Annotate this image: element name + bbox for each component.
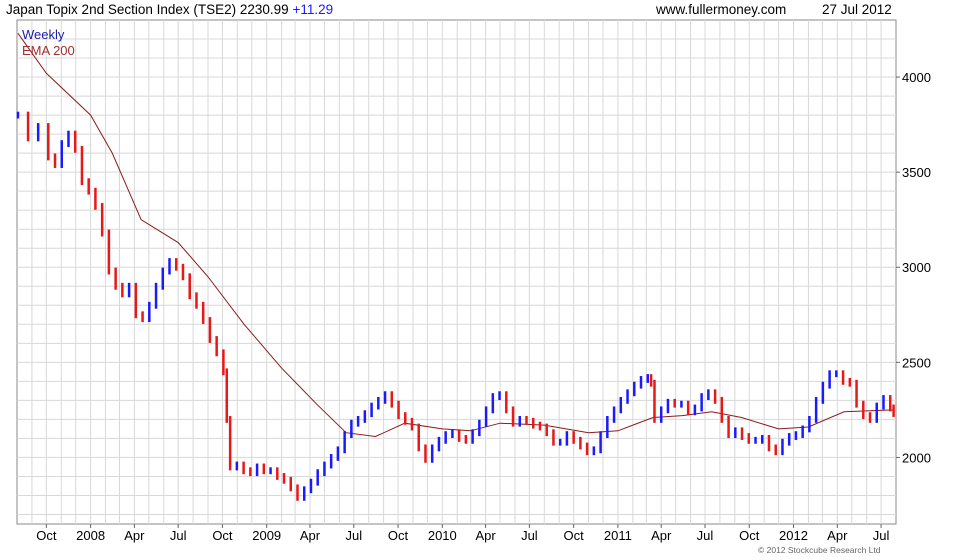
x-tick-label: Apr <box>475 528 496 543</box>
x-tick-label: 2008 <box>76 528 105 543</box>
x-tick-label: Oct <box>36 528 57 543</box>
y-tick-label: 2500 <box>902 355 931 370</box>
x-tick-label: Apr <box>300 528 321 543</box>
legend-weekly: Weekly <box>22 27 65 42</box>
x-tick-label: Apr <box>827 528 848 543</box>
y-tick-label: 4000 <box>902 70 931 85</box>
x-tick-label: Jul <box>697 528 714 543</box>
x-tick-label: Jul <box>170 528 187 543</box>
x-tick-label: Oct <box>388 528 409 543</box>
x-tick-label: Oct <box>564 528 585 543</box>
y-tick-label: 3500 <box>902 165 931 180</box>
copyright-text: © 2012 Stockcube Research Ltd <box>758 545 881 555</box>
x-tick-label: Oct <box>739 528 760 543</box>
x-tick-label: 2012 <box>779 528 808 543</box>
x-tick-label: Jul <box>521 528 538 543</box>
y-tick-label: 2000 <box>902 450 931 465</box>
x-tick-label: 2011 <box>604 528 632 543</box>
x-tick-label: 2010 <box>428 528 457 543</box>
x-tick-label: Jul <box>345 528 362 543</box>
y-tick-label: 3000 <box>902 260 931 275</box>
x-tick-label: 2009 <box>252 528 281 543</box>
legend-ema: EMA 200 <box>22 43 75 58</box>
price-chart: 2000 2500 3000 3500 4000 Oct 2008 Apr Jul Oct 2009… <box>16 19 931 543</box>
x-tick-label: Apr <box>124 528 145 543</box>
x-tick-label: Apr <box>651 528 672 543</box>
x-tick-label: Jul <box>873 528 890 543</box>
x-tick-label: Oct <box>212 528 233 543</box>
